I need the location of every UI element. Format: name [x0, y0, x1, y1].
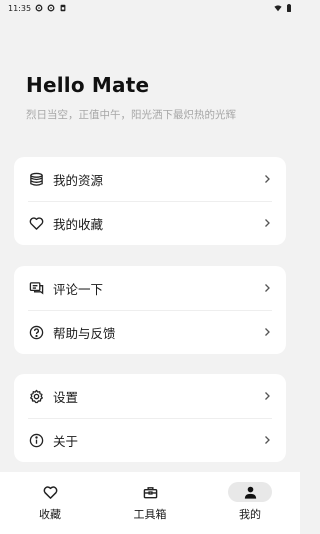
- page-title: Hello Mate: [26, 73, 150, 97]
- help-icon: [28, 324, 44, 340]
- menu-item-help-feedback[interactable]: 帮助与反馈: [14, 310, 286, 354]
- menu-group-settings: 设置 关于: [14, 374, 286, 462]
- heart-icon: [28, 215, 44, 231]
- status-bar: 11:35: [0, 0, 300, 16]
- wifi-icon: [274, 5, 282, 12]
- chevron-right-icon: [265, 219, 270, 227]
- bottom-nav: 收藏 工具箱 我的: [0, 472, 300, 534]
- nav-label: 收藏: [39, 508, 61, 521]
- battery-icon: [287, 4, 291, 12]
- menu-item-settings[interactable]: 设置: [14, 374, 286, 418]
- toolbox-icon: [143, 486, 157, 498]
- nav-tab-mine[interactable]: 我的: [205, 482, 295, 522]
- chevron-right-icon: [265, 284, 270, 292]
- menu-item-label: 设置: [53, 389, 79, 405]
- heart-icon: [43, 485, 57, 499]
- app-notification-icon: [35, 4, 43, 12]
- menu-item-label: 我的收藏: [53, 216, 104, 232]
- menu-item-about[interactable]: 关于: [14, 418, 286, 462]
- page-subtitle: 烈日当空，正值中午，阳光洒下最炽热的光辉: [26, 109, 236, 121]
- menu-item-label: 我的资源: [53, 172, 104, 188]
- database-icon: [28, 171, 44, 187]
- menu-item-label: 关于: [53, 433, 79, 449]
- nav-icon-container: [28, 482, 72, 502]
- status-right: [274, 4, 292, 12]
- chevron-right-icon: [265, 392, 270, 400]
- status-time: 11:35: [8, 3, 32, 13]
- gear-icon: [28, 388, 44, 404]
- info-icon: [28, 432, 44, 448]
- menu-item-label: 评论一下: [53, 281, 104, 297]
- sim-card-icon: [60, 4, 66, 12]
- comment-icon: [28, 280, 44, 296]
- person-icon: [244, 486, 256, 499]
- menu-item-my-resources[interactable]: 我的资源: [14, 157, 286, 201]
- nav-label: 工具箱: [133, 508, 167, 521]
- menu-group-resources: 我的资源 我的收藏: [14, 157, 286, 245]
- chevron-right-icon: [265, 436, 270, 444]
- nav-label: 我的: [239, 508, 261, 521]
- nav-tab-favorites[interactable]: 收藏: [5, 482, 95, 522]
- status-left: 11:35: [8, 4, 67, 13]
- chevron-right-icon: [265, 175, 270, 183]
- chevron-right-icon: [265, 328, 270, 336]
- menu-item-comment[interactable]: 评论一下: [14, 266, 286, 310]
- menu-item-my-favorites[interactable]: 我的收藏: [14, 201, 286, 245]
- app-notification-icon: [47, 4, 55, 12]
- nav-tab-toolbox[interactable]: 工具箱: [105, 482, 195, 522]
- nav-icon-container: [128, 482, 172, 502]
- nav-icon-container: [228, 482, 272, 502]
- menu-group-feedback: 评论一下 帮助与反馈: [14, 266, 286, 354]
- menu-item-label: 帮助与反馈: [53, 325, 116, 341]
